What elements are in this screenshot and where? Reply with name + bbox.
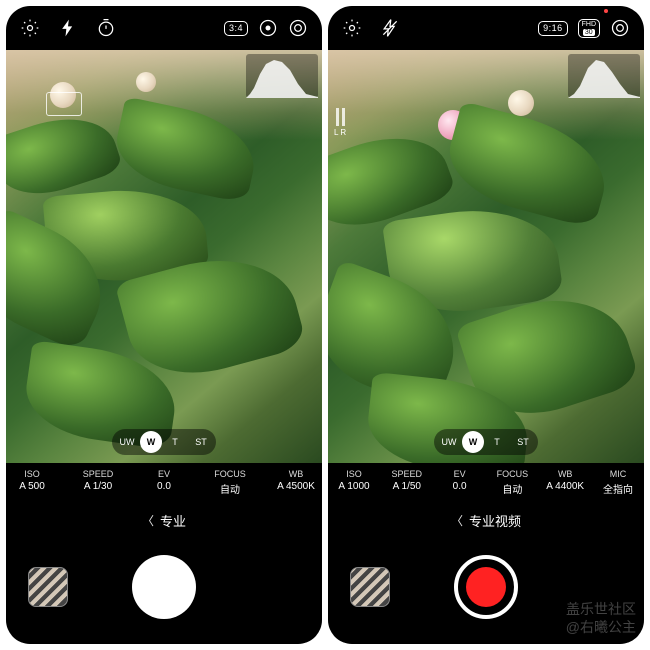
shutter-row (328, 542, 644, 632)
shutter-button[interactable] (132, 555, 196, 619)
param-wb[interactable]: WBA 4400K (545, 469, 585, 496)
mode-selector[interactable]: 〈 专业视频 (328, 498, 644, 542)
param-focus[interactable]: FOCUS自动 (492, 469, 532, 496)
histogram (568, 54, 640, 98)
zoom-t[interactable]: T (162, 431, 188, 453)
param-speed[interactable]: SPEEDA 1/50 (387, 469, 427, 496)
flash-icon[interactable] (380, 18, 400, 38)
zoom-st[interactable]: ST (510, 431, 536, 453)
flash-icon[interactable] (58, 18, 78, 38)
timer-icon[interactable] (96, 18, 116, 38)
histogram (246, 54, 318, 98)
mode-selector[interactable]: 〈 专业 (6, 498, 322, 542)
param-ev[interactable]: EV0.0 (440, 469, 480, 496)
zoom-selector[interactable]: UW W T ST (434, 429, 538, 455)
settings-icon[interactable] (20, 18, 40, 38)
top-bar: 9:16 FHD 30 (328, 6, 644, 50)
metering-icon[interactable] (258, 18, 278, 38)
pro-params: ISOA 1000 SPEEDA 1/50 EV0.0 FOCUS自动 WBA … (328, 463, 644, 498)
param-mic[interactable]: MIC全指向 (598, 469, 638, 496)
chevron-left-icon: 〈 (142, 512, 154, 529)
zoom-w[interactable]: W (462, 431, 484, 453)
param-ev[interactable]: EV0.0 (144, 469, 184, 496)
zoom-uw[interactable]: UW (436, 431, 462, 453)
gallery-thumbnail[interactable] (28, 567, 68, 607)
phone-right: 9:16 FHD 30 L R (328, 6, 644, 644)
more-icon[interactable] (610, 18, 630, 38)
param-iso[interactable]: ISOA 1000 (334, 469, 374, 496)
mode-label: 专业 (160, 511, 186, 530)
param-speed[interactable]: SPEEDA 1/30 (78, 469, 118, 496)
param-iso[interactable]: ISOA 500 (12, 469, 52, 496)
more-icon[interactable] (288, 18, 308, 38)
aspect-ratio-toggle[interactable]: 3:4 (224, 21, 248, 36)
param-focus[interactable]: FOCUS自动 (210, 469, 250, 496)
focus-indicator (46, 92, 82, 116)
zoom-t[interactable]: T (484, 431, 510, 453)
zoom-selector[interactable]: UW W T ST (112, 429, 216, 455)
shutter-row (6, 542, 322, 632)
quality-toggle[interactable]: FHD 30 (578, 19, 600, 38)
record-button[interactable] (454, 555, 518, 619)
mode-label: 专业视频 (469, 511, 521, 530)
record-dot-icon (466, 567, 506, 607)
aspect-ratio-toggle[interactable]: 9:16 (538, 21, 568, 36)
chevron-left-icon: 〈 (451, 512, 463, 529)
zoom-w[interactable]: W (140, 431, 162, 453)
audio-level-meter: L R (334, 108, 346, 137)
settings-icon[interactable] (342, 18, 362, 38)
zoom-st[interactable]: ST (188, 431, 214, 453)
param-wb[interactable]: WBA 4500K (276, 469, 316, 496)
viewfinder[interactable]: L R UW W T ST (328, 50, 644, 463)
phone-left: 3:4 UW W T ST ISOA 500 SPEEDA 1/30 EV0.0… (6, 6, 322, 644)
viewfinder[interactable]: UW W T ST (6, 50, 322, 463)
zoom-uw[interactable]: UW (114, 431, 140, 453)
top-bar: 3:4 (6, 6, 322, 50)
pro-params: ISOA 500 SPEEDA 1/30 EV0.0 FOCUS自动 WBA 4… (6, 463, 322, 498)
gallery-thumbnail[interactable] (350, 567, 390, 607)
